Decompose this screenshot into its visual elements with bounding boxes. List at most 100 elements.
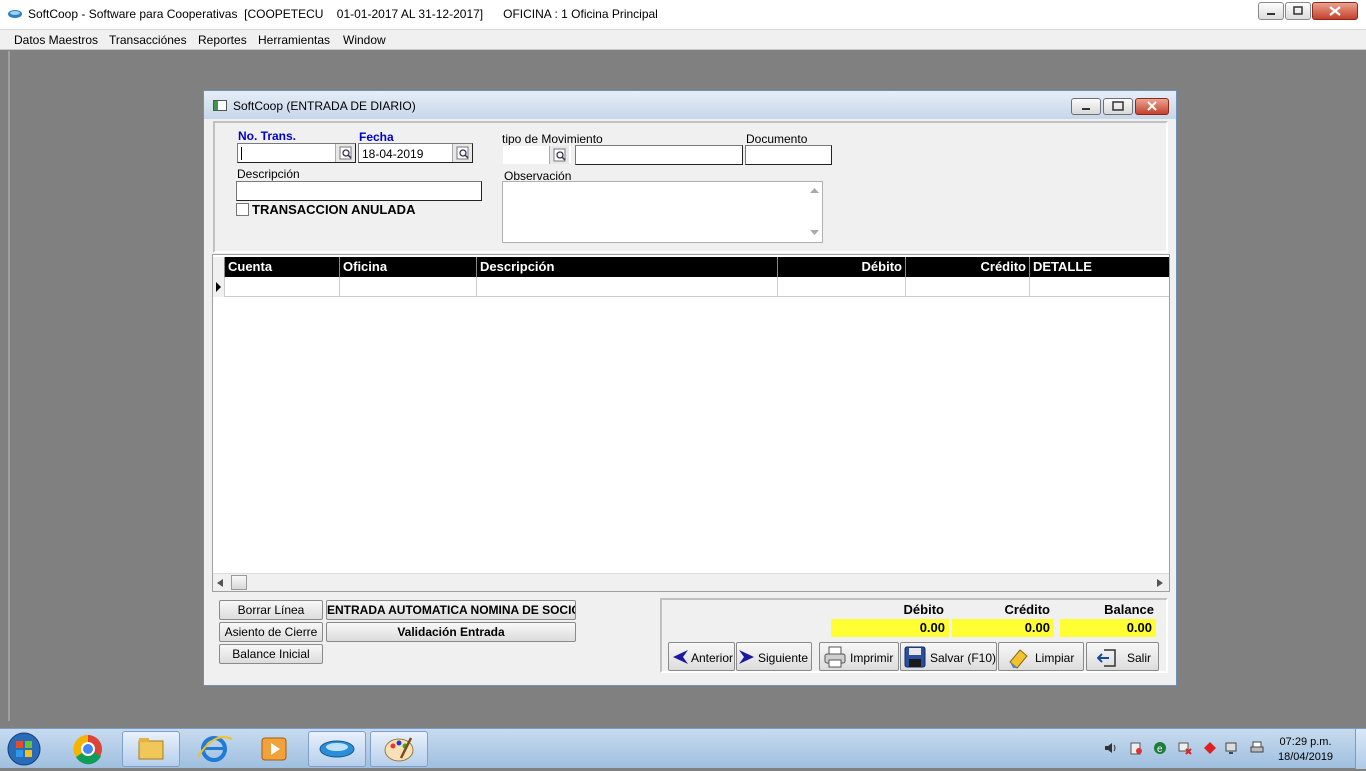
col-cuenta[interactable]: Cuenta	[225, 257, 340, 277]
taskbar-ie[interactable]	[188, 731, 240, 767]
magnifier-icon	[456, 146, 469, 160]
eraser-icon	[1009, 649, 1028, 669]
balance-inicial-button[interactable]: Balance Inicial	[219, 644, 323, 664]
balance-total-value: 0.00	[1060, 619, 1156, 637]
taskbar-chrome[interactable]	[68, 731, 108, 767]
observacion-textarea[interactable]	[502, 181, 823, 243]
security-icon[interactable]: e	[1153, 741, 1167, 755]
col-detalle[interactable]: DETALLE	[1030, 257, 1169, 277]
col-descripcion[interactable]: Descripción	[477, 257, 778, 277]
fecha-input[interactable]: 18-04-2019	[358, 143, 473, 163]
tipo-movimiento-input[interactable]	[502, 145, 572, 165]
scroll-down-icon	[810, 230, 819, 235]
salvar-label: Salvar (F10)	[930, 651, 997, 665]
col-credito[interactable]: Crédito	[906, 257, 1030, 277]
descripcion-label: Descripción	[237, 167, 300, 181]
dialog-body: No. Trans. Fecha 18-04-2019 tipo de Movi…	[208, 119, 1174, 683]
menu-herramientas[interactable]: Herramientas	[258, 33, 330, 47]
descripcion-input[interactable]	[236, 181, 482, 201]
internet-explorer-icon	[197, 736, 233, 762]
restore-icon	[1293, 6, 1303, 15]
minimize-button[interactable]	[1258, 2, 1284, 20]
display-icon[interactable]	[1225, 741, 1239, 755]
cell-descripcion[interactable]	[477, 277, 778, 297]
no-trans-input[interactable]	[237, 143, 356, 163]
system-clock[interactable]: 07:29 p.m. 18/04/2019	[1278, 735, 1333, 765]
row-selector[interactable]	[213, 277, 225, 297]
volume-icon[interactable]	[1104, 741, 1118, 755]
salir-button[interactable]: Salir	[1086, 642, 1159, 671]
close-button[interactable]	[1312, 2, 1358, 20]
magnifier-icon	[339, 146, 352, 160]
col-oficina[interactable]: Oficina	[340, 257, 477, 277]
clock-date: 18/04/2019	[1278, 751, 1334, 763]
imprimir-label: Imprimir	[850, 651, 894, 665]
printer-tray-icon[interactable]	[1250, 741, 1264, 755]
no-trans-lookup-button[interactable]	[335, 144, 355, 162]
entrada-automatica-button[interactable]: ENTRADA AUTOMATICA NOMINA DE SOCIOS	[326, 600, 576, 620]
borrar-linea-button[interactable]: Borrar Línea	[219, 600, 323, 620]
cell-credito[interactable]	[906, 277, 1030, 297]
anulada-label: TRANSACCION ANULADA	[252, 202, 416, 217]
cell-debito[interactable]	[778, 277, 906, 297]
svg-text:e: e	[1157, 744, 1163, 755]
imprimir-button[interactable]: Imprimir	[819, 642, 899, 671]
softcoop-icon	[319, 740, 355, 758]
anterior-label: Anterior	[691, 651, 734, 665]
anulada-checkbox[interactable]	[236, 203, 249, 216]
anterior-button[interactable]: Anterior	[668, 642, 735, 671]
media-player-icon	[261, 737, 287, 761]
no-trans-label: No. Trans.	[238, 129, 297, 143]
taskbar-media-player[interactable]	[248, 731, 300, 767]
close-icon	[1329, 6, 1341, 16]
taskbar-softcoop[interactable]	[308, 731, 366, 767]
journal-lines-grid[interactable]: Cuenta Oficina Descripción Débito Crédit…	[212, 254, 1170, 592]
dialog-close-button[interactable]	[1135, 98, 1169, 115]
menu-window[interactable]: Window	[343, 33, 386, 47]
close-icon	[1147, 101, 1157, 111]
debito-total-label: Débito	[903, 602, 944, 617]
limpiar-button[interactable]: Limpiar	[998, 642, 1084, 671]
fecha-picker-button[interactable]	[452, 144, 472, 162]
arrow-right-icon	[739, 650, 754, 664]
cell-detalle[interactable]	[1030, 277, 1169, 297]
sync-icon[interactable]	[1129, 741, 1143, 755]
taskbar-explorer[interactable]	[122, 731, 180, 767]
grid-horizontal-scrollbar[interactable]	[213, 573, 1169, 591]
dialog-titlebar[interactable]: SoftCoop (ENTRADA DE DIARIO)	[204, 91, 1176, 119]
network-icon[interactable]	[1178, 741, 1192, 755]
app-title: SoftCoop - Software para Cooperativas [C…	[28, 7, 658, 21]
dialog-maximize-button[interactable]	[1103, 98, 1133, 115]
siguiente-button[interactable]: Siguiente	[736, 642, 812, 671]
cell-cuenta[interactable]	[225, 277, 340, 297]
window-icon	[213, 100, 227, 111]
dialog-minimize-button[interactable]	[1071, 98, 1101, 115]
menu-transacciones[interactable]: Transacciónes	[109, 33, 187, 47]
asiento-cierre-button[interactable]: Asiento de Cierre	[219, 622, 323, 642]
scroll-thumb[interactable]	[231, 575, 247, 590]
alert-icon[interactable]	[1203, 741, 1217, 755]
tipo-movimiento-description	[575, 145, 743, 165]
paint-palette-icon	[384, 737, 414, 762]
cell-oficina[interactable]	[340, 277, 477, 297]
table-row[interactable]	[213, 277, 1169, 297]
menu-datos-maestros[interactable]: Datos Maestros	[14, 33, 98, 47]
tipo-movimiento-lookup-button[interactable]	[549, 146, 569, 164]
journal-entry-window: SoftCoop (ENTRADA DE DIARIO) No. Trans. …	[203, 90, 1177, 686]
show-desktop-button[interactable]	[1355, 729, 1366, 769]
scroll-left-icon	[217, 579, 223, 587]
row-pointer-icon	[216, 282, 221, 292]
tipo-movimiento-label: tipo de Movimiento	[502, 132, 603, 146]
col-debito[interactable]: Débito	[778, 257, 906, 277]
taskbar-paint[interactable]	[370, 731, 428, 767]
minimize-icon	[1267, 13, 1275, 15]
start-button[interactable]	[4, 730, 44, 768]
observacion-scrollbar[interactable]	[807, 182, 822, 242]
documento-input[interactable]	[745, 145, 832, 165]
salvar-button[interactable]: Salvar (F10)	[900, 642, 997, 671]
exit-icon	[1097, 649, 1116, 667]
taskbar: e 07:29 p.m. 18/04/2019	[0, 728, 1366, 769]
validacion-entrada-button[interactable]: Validación Entrada	[326, 622, 576, 642]
menu-reportes[interactable]: Reportes	[198, 33, 247, 47]
restore-button[interactable]	[1285, 2, 1311, 20]
